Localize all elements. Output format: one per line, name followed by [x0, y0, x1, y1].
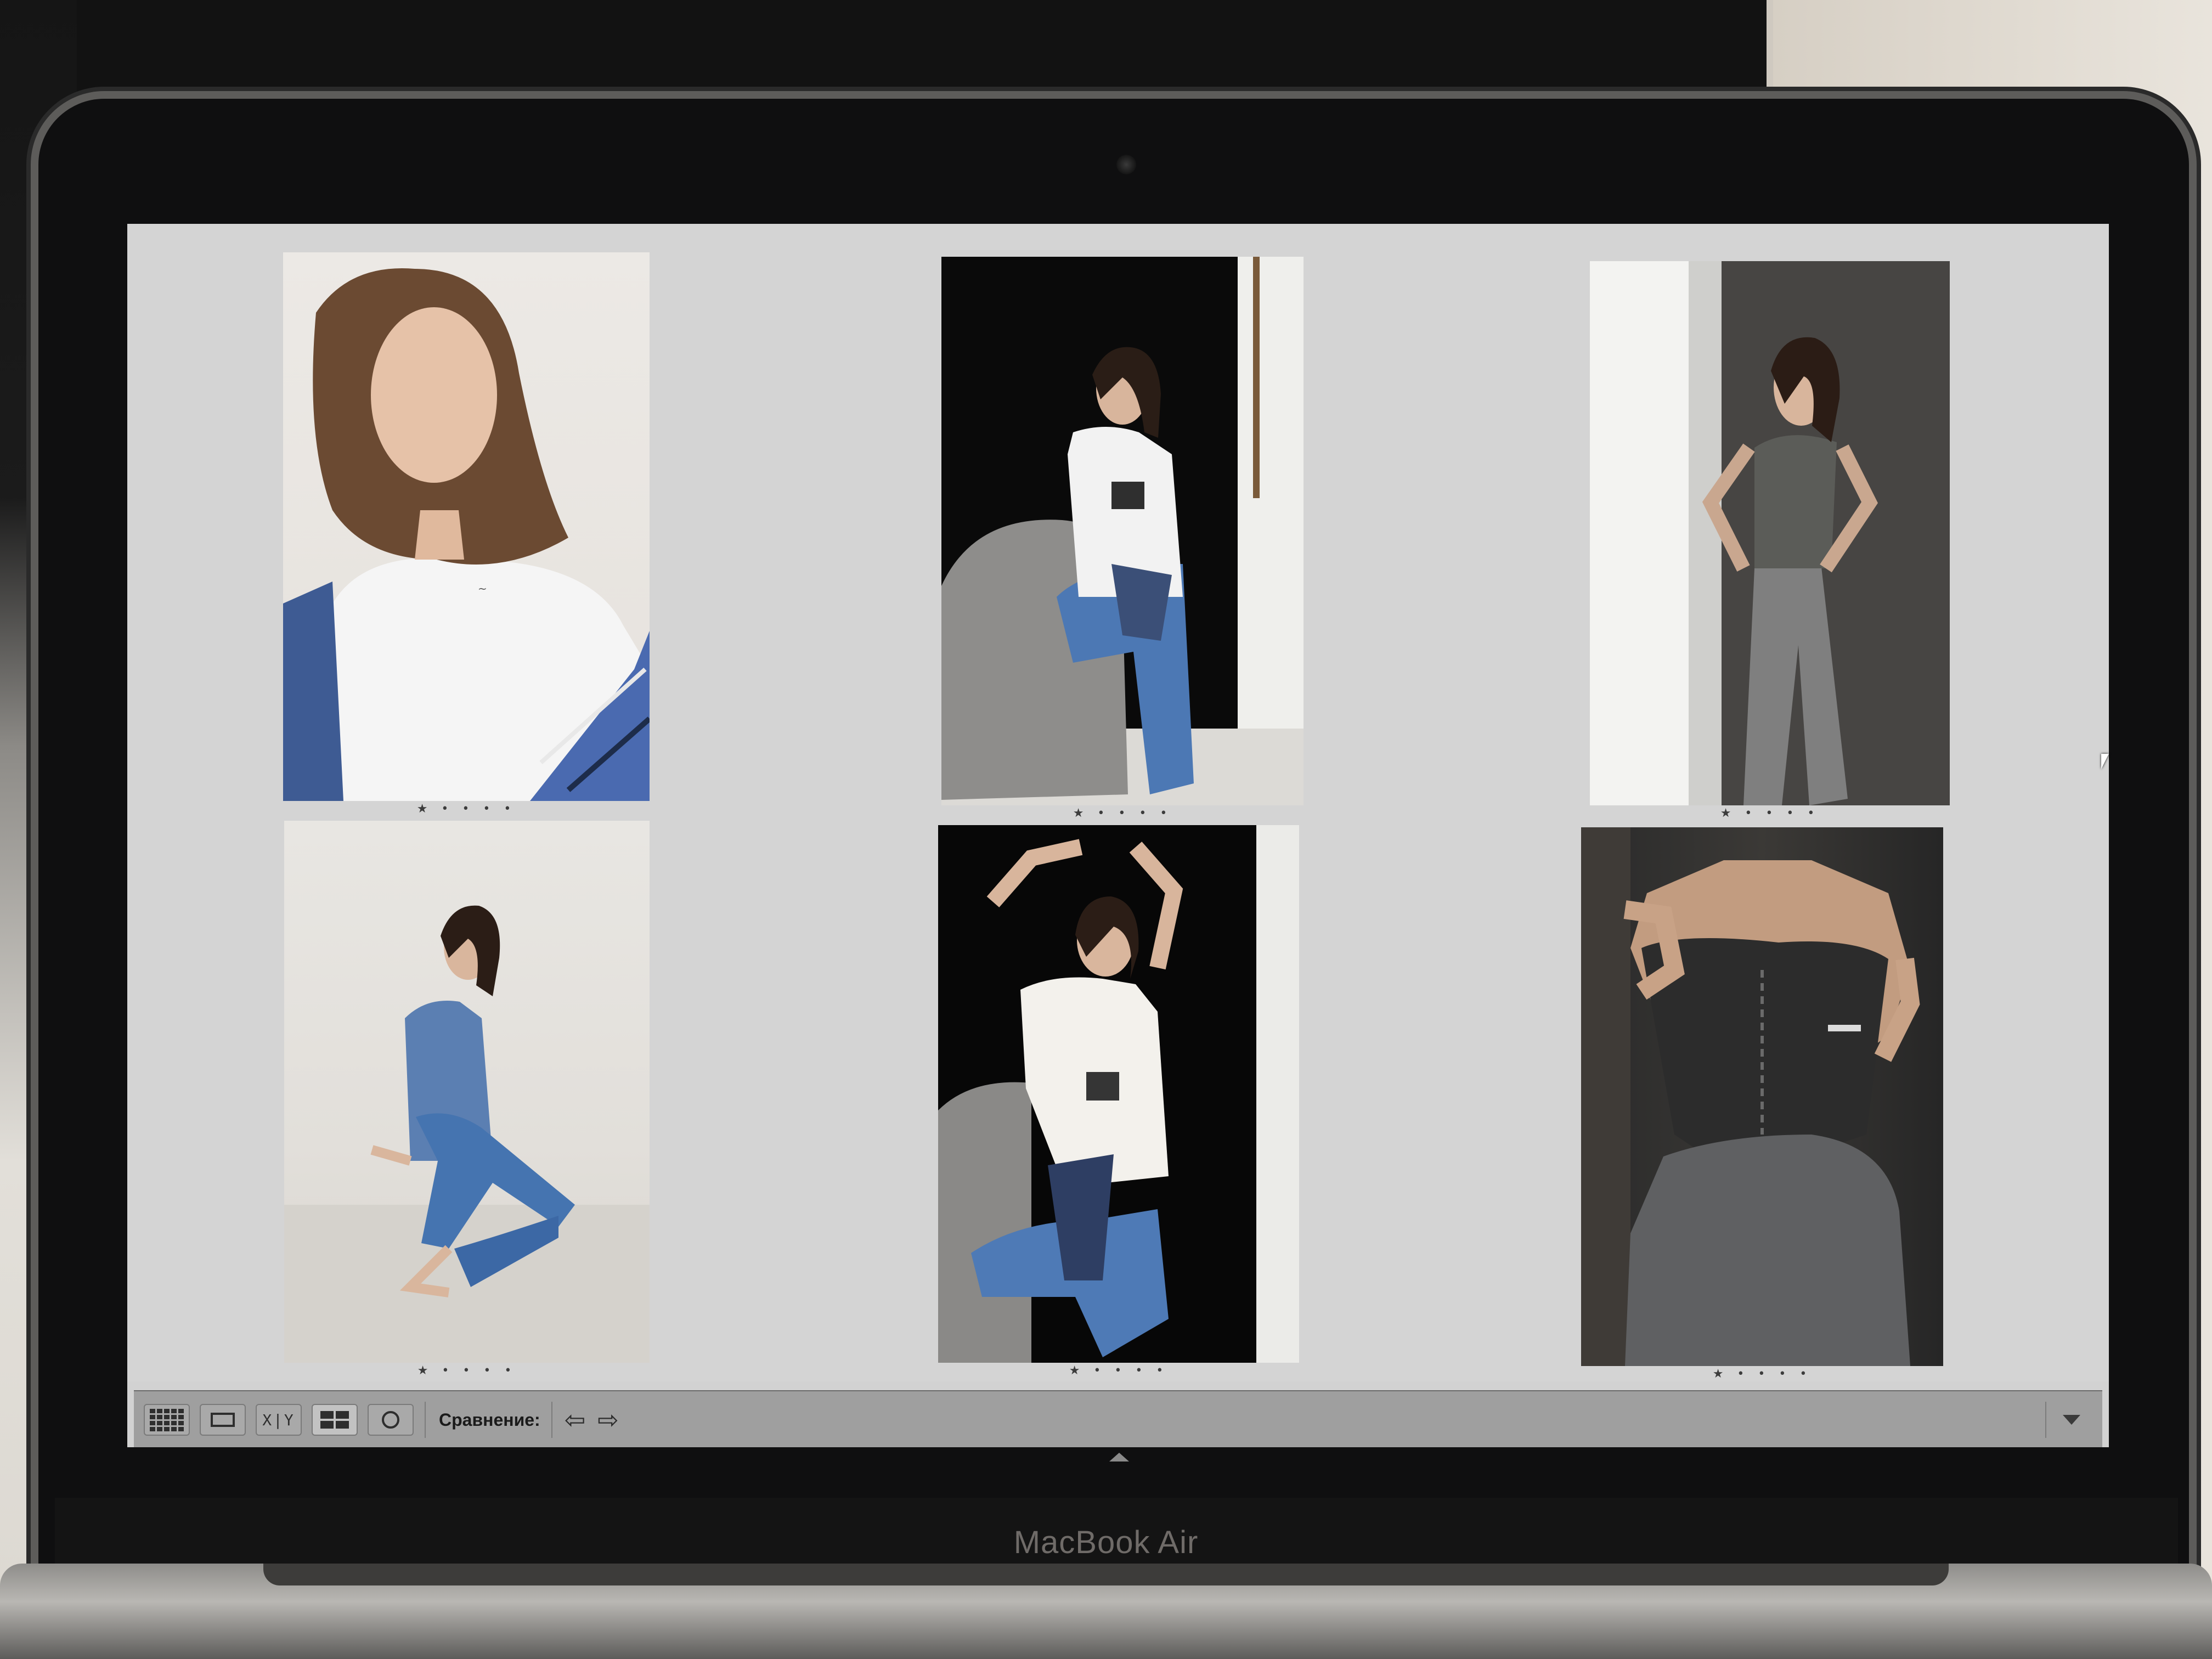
toolbar-divider — [2045, 1402, 2046, 1438]
loupe-view-button[interactable] — [200, 1404, 246, 1436]
people-view-icon — [382, 1411, 399, 1429]
previous-arrow-icon[interactable]: ⇦ — [565, 1405, 586, 1435]
photo-cell[interactable]: ★ • • • • — [1581, 827, 1943, 1390]
star-rating[interactable]: ★ • • • • — [938, 1364, 1299, 1378]
toolbar-divider — [551, 1402, 552, 1438]
star-rating[interactable]: ★ • • • • — [283, 802, 650, 816]
toolbar-divider — [425, 1402, 426, 1438]
laptop-brand-label: MacBook Air — [1013, 1525, 1199, 1560]
library-toolbar: X|Y Сравнение: ⇦ ⇨ — [134, 1390, 2102, 1447]
photo-cell[interactable]: ★ • • • • — [1590, 261, 1950, 832]
photo-thumbnail[interactable] — [284, 821, 650, 1363]
photo-thumbnail[interactable]: ~ — [283, 252, 650, 801]
mouse-cursor-icon — [2101, 754, 2109, 769]
survey-view-button[interactable] — [312, 1404, 358, 1436]
compare-view-label: X|Y — [262, 1410, 295, 1429]
star-rating[interactable]: ★ • • • • — [284, 1364, 650, 1378]
compare-label: Сравнение: — [439, 1409, 540, 1430]
photo-cell[interactable]: ★ • • • • — [938, 825, 1299, 1387]
photo-scene: ~ ★ • • • • ★ • • • • ★ • • • • ★ • • • … — [0, 0, 2212, 1659]
toolbar-options-chevron-icon[interactable] — [2063, 1415, 2080, 1425]
compare-view-button[interactable]: X|Y — [256, 1404, 302, 1436]
filmstrip-toggle-icon[interactable] — [1109, 1453, 1129, 1462]
photo-cell[interactable]: ★ • • • • — [941, 257, 1304, 827]
background-monitor — [0, 0, 1767, 115]
grid-view-button[interactable] — [144, 1404, 190, 1436]
survey-view-icon — [320, 1411, 349, 1429]
webcam — [1116, 155, 1136, 174]
photo-thumbnail[interactable] — [1581, 827, 1943, 1366]
lightroom-window: ~ ★ • • • • ★ • • • • ★ • • • • ★ • • • … — [127, 224, 2109, 1447]
star-rating[interactable]: ★ • • • • — [1581, 1367, 1943, 1381]
photo-thumbnail[interactable] — [938, 825, 1299, 1363]
photo-cell[interactable]: ★ • • • • — [284, 821, 650, 1385]
photo-thumbnail[interactable] — [941, 257, 1304, 805]
next-arrow-icon[interactable]: ⇨ — [597, 1405, 619, 1435]
people-view-button[interactable] — [368, 1404, 414, 1436]
photo-thumbnail[interactable] — [1590, 261, 1950, 805]
star-rating[interactable]: ★ • • • • — [1590, 806, 1950, 820]
laptop-hinge — [263, 1564, 1949, 1585]
grid-view-icon — [150, 1408, 184, 1431]
photo-cell[interactable]: ~ ★ • • • • — [283, 252, 650, 823]
loupe-view-icon — [211, 1413, 235, 1427]
star-rating[interactable]: ★ • • • • — [941, 806, 1304, 820]
survey-view: ~ ★ • • • • ★ • • • • ★ • • • • ★ • • • … — [127, 224, 2109, 1381]
svg-text:~: ~ — [478, 582, 487, 595]
